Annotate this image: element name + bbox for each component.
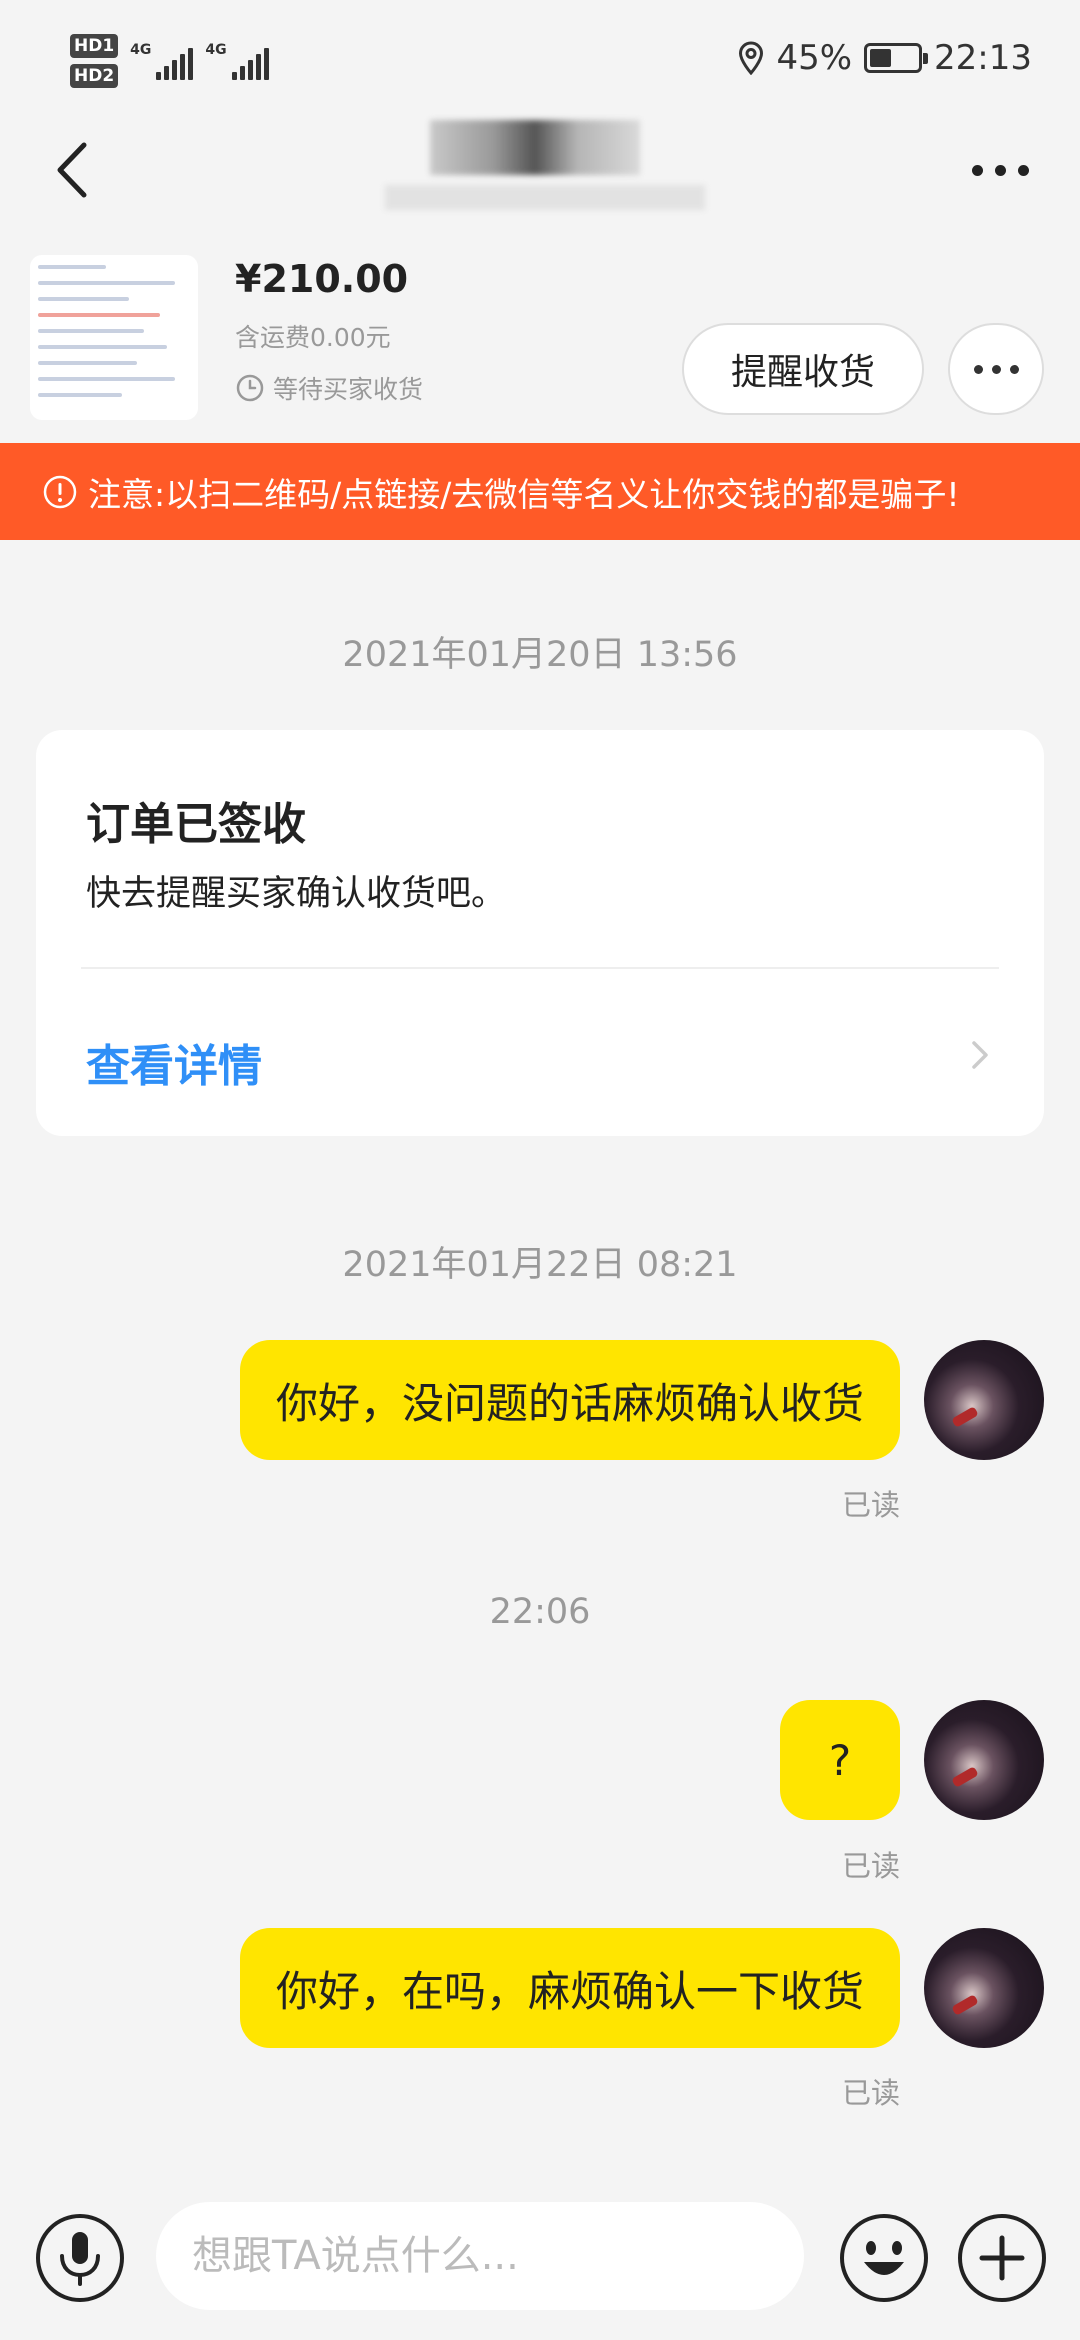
- view-details-link[interactable]: 查看详情: [86, 1030, 262, 1094]
- battery-fill: [870, 49, 891, 67]
- more-icon: [973, 364, 983, 374]
- input-bar: [0, 2190, 1080, 2340]
- product-thumbnail[interactable]: [30, 255, 198, 420]
- message-bubble[interactable]: 你好，在吗，麻烦确认一下收货: [239, 1928, 900, 2048]
- order-status: 等待买家收货: [235, 370, 423, 406]
- read-status: 已读: [841, 1849, 900, 1883]
- shipping-fee: 含运费0.00元: [235, 323, 391, 352]
- timestamp: 22:06: [489, 1592, 591, 1632]
- emoji-icon: [840, 2214, 928, 2302]
- order-status-text: 等待买家收货: [273, 375, 424, 404]
- chat-screen: HD1 HD2 4G 4G 45% 22:13 ¥210.00 含运费0.00元…: [0, 0, 1080, 2340]
- warning-icon: [43, 475, 77, 508]
- net2-label: 4G: [205, 42, 227, 58]
- contact-name-redacted: [380, 120, 710, 220]
- signal-icon-2: 4G: [205, 42, 269, 80]
- message-bubble[interactable]: ?: [780, 1700, 900, 1820]
- nav-bar: [0, 120, 1080, 245]
- message-input[interactable]: [156, 2202, 804, 2310]
- order-more-button[interactable]: [948, 323, 1044, 415]
- location-icon: [739, 41, 764, 75]
- emoji-button[interactable]: [838, 2212, 930, 2304]
- card-description: 快去提醒买家确认收货吧。: [86, 874, 507, 914]
- signal-icon: 4G: [130, 42, 194, 80]
- net1-label: 4G: [130, 42, 152, 58]
- card-title: 订单已签收: [86, 799, 306, 850]
- battery-icon: [864, 43, 929, 73]
- product-price: ¥210.00: [235, 257, 409, 301]
- timestamp: 2021年01月20日 13:56: [342, 635, 738, 675]
- battery-percent: 45%: [776, 38, 853, 78]
- voice-button[interactable]: [34, 2212, 126, 2304]
- timestamp: 2021年01月22日 08:21: [342, 1245, 738, 1285]
- more-icon: [971, 164, 983, 176]
- chevron-left-icon: [57, 142, 87, 198]
- message-bubble[interactable]: 你好，没问题的话麻烦确认收货: [239, 1340, 900, 1460]
- order-signed-card[interactable]: 订单已签收 快去提醒买家确认收货吧。 查看详情: [36, 730, 1044, 1136]
- avatar[interactable]: [924, 1340, 1044, 1460]
- more-options-button[interactable]: [960, 145, 1040, 195]
- microphone-icon: [36, 2214, 124, 2302]
- chevron-right-icon: [972, 1041, 988, 1069]
- status-right: 45% 22:13: [738, 38, 1032, 78]
- hd2-badge: HD2: [70, 64, 119, 88]
- warning-text: 注意:以扫二维码/点链接/去微信等名义让你交钱的都是骗子!: [88, 474, 960, 514]
- network-indicators: HD1 HD2 4G 4G: [70, 34, 269, 88]
- add-attachment-button[interactable]: [956, 2212, 1048, 2304]
- read-status: 已读: [841, 2076, 900, 2110]
- plus-icon: [958, 2214, 1046, 2302]
- hd1-badge: HD1: [70, 34, 119, 58]
- scam-warning-banner: 注意:以扫二维码/点链接/去微信等名义让你交钱的都是骗子!: [0, 443, 1080, 540]
- read-status: 已读: [841, 1488, 900, 1522]
- status-bar: HD1 HD2 4G 4G 45% 22:13: [0, 0, 1080, 120]
- avatar[interactable]: [924, 1700, 1044, 1820]
- avatar[interactable]: [924, 1928, 1044, 2048]
- divider: [81, 967, 999, 969]
- back-button[interactable]: [40, 135, 110, 205]
- remind-receipt-button[interactable]: 提醒收货: [682, 323, 924, 415]
- product-header[interactable]: ¥210.00 含运费0.00元 等待买家收货 提醒收货: [0, 245, 1080, 440]
- clock-icon: [236, 374, 264, 402]
- clock-time: 22:13: [934, 38, 1032, 78]
